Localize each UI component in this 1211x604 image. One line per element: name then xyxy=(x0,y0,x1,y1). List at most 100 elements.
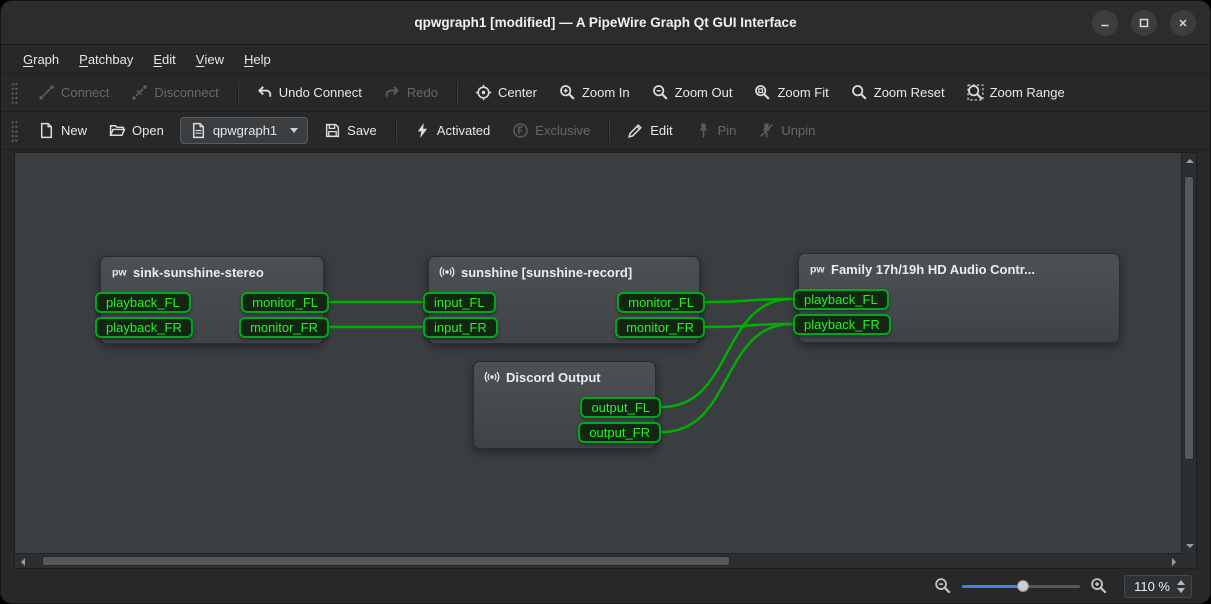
vertical-scrollbar-thumb[interactable] xyxy=(1184,176,1194,460)
connect-button[interactable]: Connect xyxy=(28,79,119,106)
menu-view[interactable]: View xyxy=(186,45,234,73)
titlebar[interactable]: qpwgraph1 [modified] — A PipeWire Graph … xyxy=(1,1,1210,45)
scrollbar-corner xyxy=(1181,553,1196,568)
button-label: Redo xyxy=(407,85,438,100)
maximize-button[interactable] xyxy=(1131,10,1157,36)
port-playback_FL[interactable]: playback_FL xyxy=(95,292,191,313)
port-output_FL[interactable]: output_FL xyxy=(580,397,661,418)
toolbar-separator xyxy=(608,120,609,142)
port-playback_FL[interactable]: playback_FL xyxy=(793,289,889,310)
toolbar-separator xyxy=(456,82,457,104)
horizontal-scrollbar[interactable] xyxy=(15,553,1181,568)
pw-icon: pw xyxy=(111,264,127,280)
patchbay-profile-select[interactable]: qpwgraph1 xyxy=(180,117,308,144)
button-label: Center xyxy=(498,85,537,100)
horizontal-scrollbar-thumb[interactable] xyxy=(42,556,730,566)
node-family-audio[interactable]: pwFamily 17h/19h HD Audio Contr...playba… xyxy=(798,253,1120,343)
button-label: Zoom Out xyxy=(675,85,733,100)
patchbay-toolbar: New Openqpwgraph1Save Activated Exclusive Ed… xyxy=(1,112,1210,150)
node-header: pw Family 17h/19h HD Audio Contr... xyxy=(799,254,1119,277)
menu-edit[interactable]: Edit xyxy=(143,45,185,73)
zoom-slider-handle[interactable] xyxy=(1017,580,1029,592)
port-playback_FR[interactable]: playback_FR xyxy=(793,314,891,335)
spin-arrows xyxy=(1177,580,1185,593)
port-monitor_FR[interactable]: monitor_FR xyxy=(615,317,705,338)
button-label: Zoom Reset xyxy=(874,85,945,100)
pw-icon: pw xyxy=(809,261,825,277)
undo-connect-button[interactable]: Undo Connect xyxy=(246,79,372,106)
port-monitor_FL[interactable]: monitor_FL xyxy=(617,292,705,313)
node-title: Family 17h/19h HD Audio Contr... xyxy=(831,262,1035,277)
port-playback_FR[interactable]: playback_FR xyxy=(95,317,193,338)
zoom-in-icon xyxy=(1090,577,1108,595)
pin-button[interactable]: Pin xyxy=(685,117,747,144)
open-icon xyxy=(109,122,126,139)
qpwgraph-window: qpwgraph1 [modified] — A PipeWire Graph … xyxy=(0,0,1211,604)
scroll-down-button[interactable] xyxy=(1182,538,1197,553)
toolbar-handle[interactable] xyxy=(11,120,18,142)
port-monitor_FR[interactable]: monitor_FR xyxy=(239,317,329,338)
zoom-out-button[interactable]: Zoom Out xyxy=(642,79,743,106)
menu-patchbay[interactable]: Patchbay xyxy=(69,45,143,73)
zoom-out-button[interactable] xyxy=(934,577,952,595)
node-sink-sunshine-stereo[interactable]: pwsink-sunshine-stereoplayback_FLplaybac… xyxy=(100,256,324,344)
vertical-scrollbar[interactable] xyxy=(1181,153,1196,553)
button-label: Zoom Range xyxy=(990,85,1065,100)
exclusive-icon xyxy=(512,122,529,139)
zoom-in-button[interactable]: Zoom In xyxy=(549,79,640,106)
exclusive-button[interactable]: Exclusive xyxy=(502,117,600,144)
minimize-button[interactable] xyxy=(1092,10,1118,36)
close-icon xyxy=(1175,15,1191,31)
port-output_FR[interactable]: output_FR xyxy=(578,422,661,443)
file-icon xyxy=(190,122,207,139)
menu-graph[interactable]: Graph xyxy=(13,45,69,73)
node-discord-output[interactable]: Discord Outputoutput_FLoutput_FR xyxy=(473,361,656,449)
zoom-in-icon xyxy=(559,84,576,101)
port-input_FR[interactable]: input_FR xyxy=(423,317,498,338)
zoom-fit-icon xyxy=(754,84,771,101)
menubar: GraphPatchbayEditViewHelp xyxy=(1,45,1210,74)
zoom-spinbox[interactable]: 110 % xyxy=(1124,575,1192,598)
zoom-value[interactable]: 110 % xyxy=(1134,579,1170,594)
redo-button[interactable]: Redo xyxy=(374,79,448,106)
port-monitor_FL[interactable]: monitor_FL xyxy=(241,292,329,313)
connect-icon xyxy=(38,84,55,101)
node-sunshine[interactable]: sunshine [sunshine-record]input_FLinput_… xyxy=(428,256,700,344)
activated-icon xyxy=(414,122,431,139)
scroll-right-button[interactable] xyxy=(1166,554,1181,569)
zoom-out-icon xyxy=(934,577,952,595)
save-button[interactable]: Save xyxy=(314,117,387,144)
open-button[interactable]: Open xyxy=(99,117,174,144)
port-input_FL[interactable]: input_FL xyxy=(423,292,496,313)
button-label: Exclusive xyxy=(535,123,590,138)
scroll-left-button[interactable] xyxy=(15,554,30,569)
menu-help[interactable]: Help xyxy=(234,45,281,73)
button-label: Connect xyxy=(61,85,109,100)
node-header: pwsink-sunshine-stereo xyxy=(101,257,323,280)
scroll-up-button[interactable] xyxy=(1182,153,1197,168)
center-button[interactable]: Center xyxy=(465,79,547,106)
unpin-button[interactable]: Unpin xyxy=(748,117,825,144)
zoom-fit-button[interactable]: Zoom Fit xyxy=(744,79,838,106)
disconnect-button[interactable]: Disconnect xyxy=(121,79,228,106)
button-label: New xyxy=(61,123,87,138)
spin-down-button[interactable] xyxy=(1177,588,1185,593)
graph-canvas[interactable]: pwsink-sunshine-stereoplayback_FLplaybac… xyxy=(15,153,1181,553)
chevron-down-icon xyxy=(290,128,298,133)
new-button[interactable]: New xyxy=(28,117,97,144)
button-label: Activated xyxy=(437,123,490,138)
pin-icon xyxy=(695,122,712,139)
zoom-range-button[interactable]: Zoom Range xyxy=(957,79,1075,106)
spin-up-button[interactable] xyxy=(1177,580,1185,585)
toolbar-handle[interactable] xyxy=(11,82,18,104)
node-title: Discord Output xyxy=(506,370,601,385)
zoom-out-icon xyxy=(652,84,669,101)
zoom-in-button[interactable] xyxy=(1090,577,1108,595)
activated-button[interactable]: Activated xyxy=(404,117,500,144)
zoom-slider[interactable] xyxy=(962,578,1080,594)
zoom-range-icon xyxy=(967,84,984,101)
edit-button[interactable]: Edit xyxy=(617,117,682,144)
statusbar: 110 % xyxy=(1,569,1210,603)
close-button[interactable] xyxy=(1170,10,1196,36)
zoom-reset-button[interactable]: Zoom Reset xyxy=(841,79,955,106)
